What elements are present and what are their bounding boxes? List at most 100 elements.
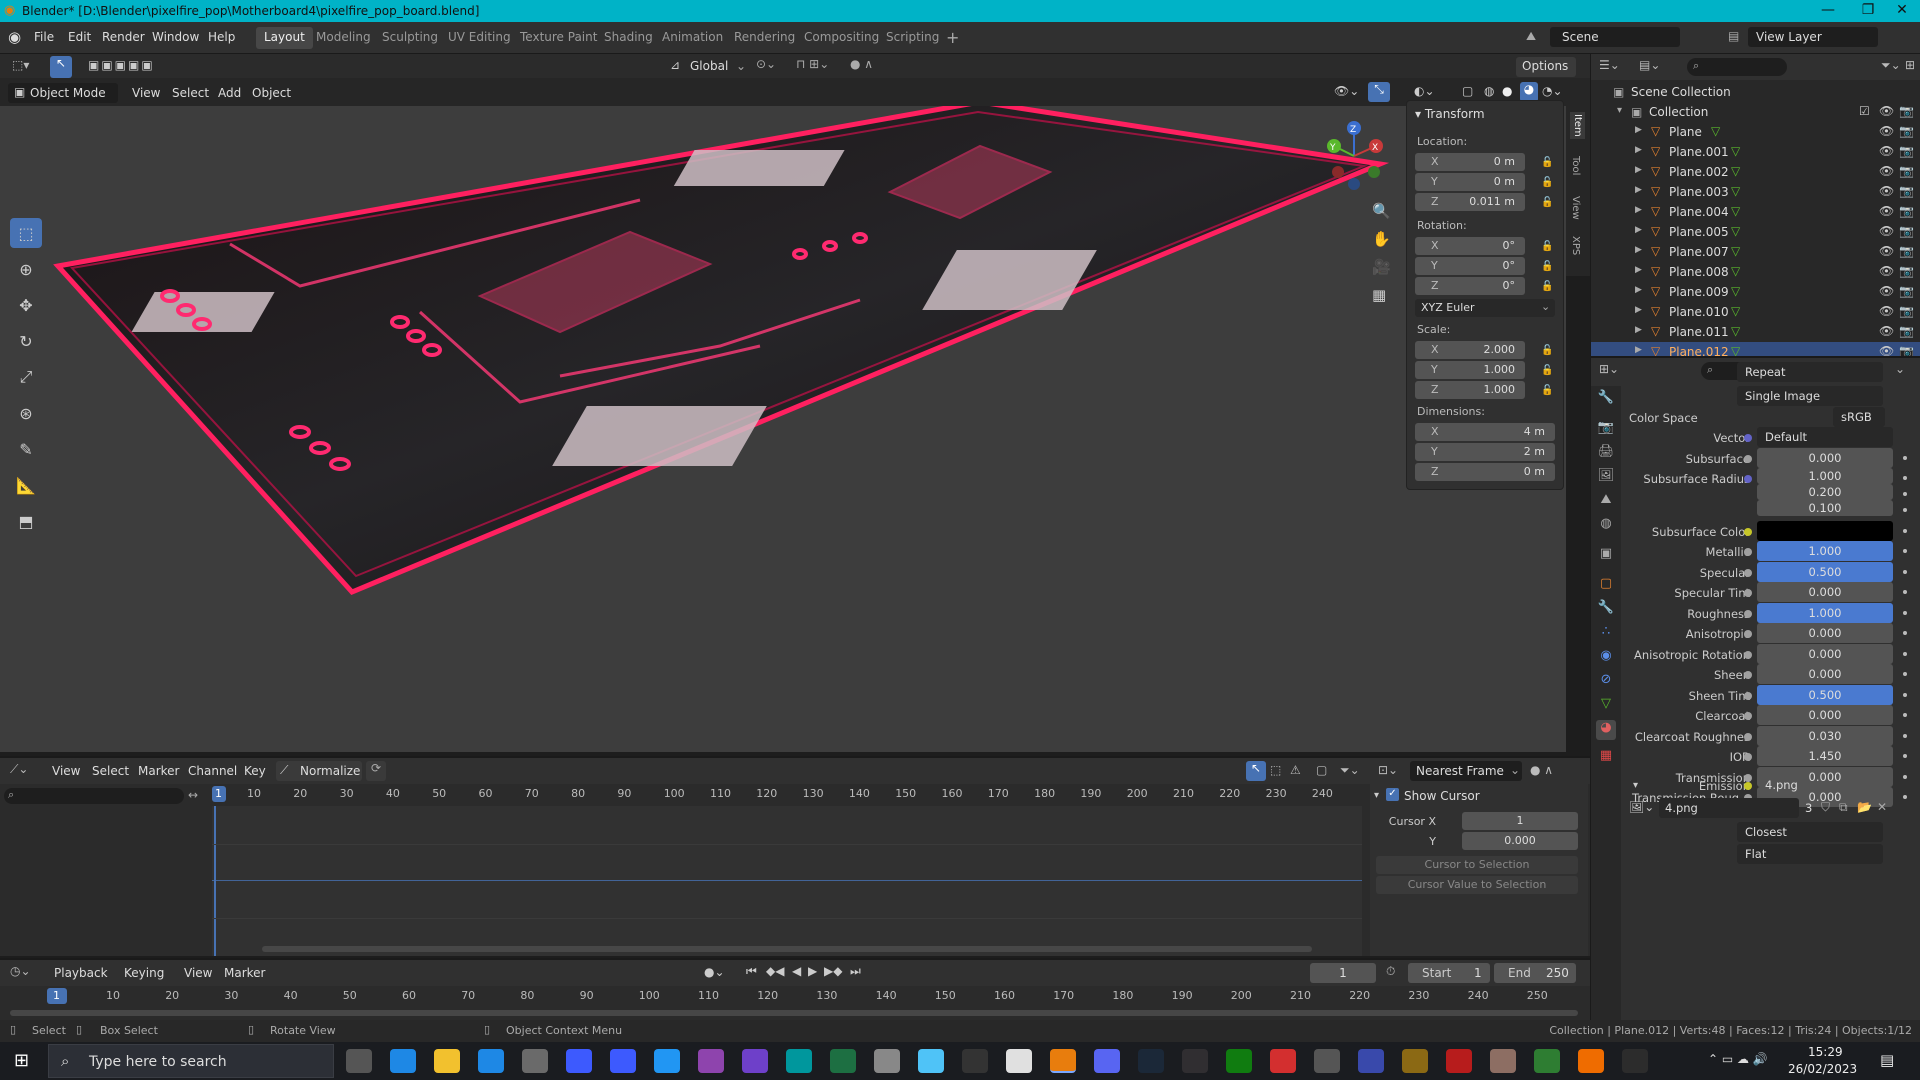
input-socket[interactable] bbox=[1744, 753, 1752, 761]
mesh-data-icon[interactable]: ▽ bbox=[1731, 264, 1740, 278]
proportional-edit-icon[interactable]: ● ∧ bbox=[1530, 763, 1553, 777]
keyframe-dot-icon[interactable] bbox=[1903, 734, 1907, 738]
timeline-menu-keying[interactable]: Keying bbox=[124, 966, 164, 980]
arduino-icon[interactable] bbox=[786, 1049, 812, 1073]
app-icon[interactable] bbox=[1622, 1049, 1648, 1073]
cursor-y-field[interactable]: 0.000 bbox=[1462, 832, 1578, 850]
app-icon[interactable] bbox=[1446, 1049, 1472, 1073]
lock-icon[interactable]: 🔓 bbox=[1541, 385, 1555, 399]
image-users-count[interactable]: 3 bbox=[1805, 801, 1812, 815]
input-socket[interactable] bbox=[1744, 630, 1752, 638]
emission-socket[interactable] bbox=[1744, 782, 1752, 790]
camera-icon[interactable]: 📷 bbox=[1899, 144, 1914, 158]
move-tool-icon[interactable]: ✥ bbox=[10, 290, 42, 320]
scale-z-field[interactable]: Z 1.000 bbox=[1415, 381, 1525, 399]
eye-icon[interactable]: 👁 bbox=[1879, 284, 1894, 298]
record-icon[interactable]: ●⌄ bbox=[704, 965, 725, 979]
material-shading-icon[interactable]: ◕ bbox=[1520, 82, 1538, 102]
outliner-collection[interactable]: ▾ ▣ Collection ☑ 👁 📷 bbox=[1591, 102, 1920, 122]
play-icon[interactable]: ▶ bbox=[808, 964, 817, 978]
projection-dropdown[interactable]: Flat bbox=[1737, 844, 1883, 864]
property-value-field[interactable]: 0.000 bbox=[1757, 582, 1893, 602]
keyframe-dot-icon[interactable] bbox=[1903, 631, 1907, 635]
input-socket[interactable] bbox=[1744, 733, 1752, 741]
keyframe-dot-icon[interactable] bbox=[1903, 693, 1907, 697]
play-reverse-icon[interactable]: ◀ bbox=[792, 964, 801, 978]
steam-icon[interactable] bbox=[1138, 1049, 1164, 1073]
jump-start-icon[interactable]: ⏮ bbox=[746, 964, 757, 979]
camera-icon[interactable]: 📷 bbox=[1899, 244, 1914, 258]
rotate-tool-icon[interactable]: ↻ bbox=[10, 326, 42, 356]
location-z-field[interactable]: Z 0.011 m bbox=[1415, 193, 1525, 211]
overlays-icon[interactable]: ◐⌄ bbox=[1414, 84, 1435, 98]
extension-dropdown[interactable]: Repeat bbox=[1737, 362, 1883, 382]
graph-editor-type-icon[interactable]: ⟋⌄ bbox=[10, 762, 28, 777]
eye-icon[interactable]: 👁 bbox=[1879, 184, 1894, 198]
keyframe-dot-icon[interactable] bbox=[1903, 570, 1907, 574]
vector-socket[interactable] bbox=[1744, 434, 1752, 442]
image-name-field[interactable]: 4.png bbox=[1659, 798, 1799, 818]
mesh-data-icon[interactable]: ▽ bbox=[1731, 164, 1740, 178]
color-space-dropdown[interactable]: sRGB bbox=[1833, 407, 1885, 427]
tab-compositing[interactable]: Compositing bbox=[796, 27, 887, 49]
outliner-item[interactable]: ▶ ▽ Plane.009 ▽ 👁 📷 bbox=[1591, 282, 1920, 302]
gizmo-toggle-icon[interactable]: ⤡ bbox=[1368, 82, 1390, 102]
expand-arrow-icon[interactable]: ▶ bbox=[1635, 185, 1642, 195]
outliner-item[interactable]: ▶ ▽ Plane.008 ▽ 👁 📷 bbox=[1591, 262, 1920, 282]
visibility-icon[interactable]: 👁⌄ bbox=[1334, 84, 1359, 98]
render-tab-icon[interactable]: 📷 bbox=[1596, 420, 1616, 440]
lock-icon[interactable]: 🔓 bbox=[1541, 197, 1555, 211]
keyframe-dot-icon[interactable] bbox=[1903, 476, 1907, 480]
camera-icon[interactable]: 📷 bbox=[1899, 284, 1914, 298]
particles-tab-icon[interactable]: ∴ bbox=[1596, 624, 1616, 644]
proportional-edit-icon[interactable]: ● ∧ bbox=[850, 57, 873, 71]
cursor-x-field[interactable]: 1 bbox=[1462, 812, 1578, 830]
xray-icon[interactable]: ▢ bbox=[1462, 84, 1473, 98]
camera-icon[interactable]: 📷 bbox=[1899, 224, 1914, 238]
add-cube-tool-icon[interactable]: ⬒ bbox=[10, 506, 42, 536]
close-button[interactable]: ✕ bbox=[1882, 2, 1920, 18]
tab-animation[interactable]: Animation bbox=[654, 27, 731, 49]
expand-arrow-icon[interactable]: ▶ bbox=[1635, 205, 1642, 215]
vscode-icon[interactable] bbox=[654, 1049, 680, 1073]
camera-icon[interactable]: 📷 bbox=[1899, 164, 1914, 178]
property-value-field[interactable]: 0.500 bbox=[1757, 685, 1893, 705]
input-socket[interactable] bbox=[1744, 528, 1752, 536]
snap-icon[interactable]: ⊓ ⊞⌄ bbox=[796, 57, 829, 71]
tab-shading[interactable]: Shading bbox=[596, 27, 661, 49]
expand-arrow-icon[interactable]: ▶ bbox=[1635, 125, 1642, 135]
outliner-item[interactable]: ▶ ▽ Plane.010 ▽ 👁 📷 bbox=[1591, 302, 1920, 322]
menu-edit[interactable]: Edit bbox=[68, 30, 91, 44]
collection-tab-icon[interactable]: ▣ bbox=[1596, 546, 1616, 566]
lock-icon[interactable]: 🔓 bbox=[1541, 365, 1555, 379]
expand-arrow-icon[interactable]: ▾ bbox=[1633, 780, 1638, 791]
vector-field[interactable]: Default bbox=[1757, 427, 1893, 447]
scene-selector[interactable]: Scene bbox=[1550, 27, 1680, 47]
open-image-icon[interactable]: 📂 bbox=[1857, 800, 1872, 814]
dimensions-z-field[interactable]: Z 0 m bbox=[1415, 463, 1555, 481]
property-value-field[interactable]: 1.000 bbox=[1757, 603, 1893, 623]
prev-keyframe-icon[interactable]: ◆◀ bbox=[766, 964, 784, 978]
dimensions-y-field[interactable]: Y 2 m bbox=[1415, 443, 1555, 461]
timeline-editor-icon[interactable]: ◷⌄ bbox=[10, 964, 31, 978]
tab-texture-paint[interactable]: Texture Paint bbox=[512, 27, 605, 49]
start-frame-field[interactable]: Start 1 bbox=[1408, 963, 1490, 983]
blender-menu-icon[interactable]: ◉ bbox=[8, 28, 21, 46]
keyframe-dot-icon[interactable] bbox=[1903, 508, 1907, 512]
file-explorer-icon[interactable] bbox=[434, 1049, 460, 1073]
solid-shading-icon[interactable]: ● bbox=[1502, 84, 1512, 98]
object-tab-icon[interactable]: ▢ bbox=[1596, 576, 1616, 596]
lock-icon[interactable]: 🔓 bbox=[1541, 345, 1555, 359]
texture-tab-icon[interactable]: ▦ bbox=[1596, 748, 1616, 768]
taskbar-search-input[interactable]: ⌕ Type here to search bbox=[48, 1044, 334, 1078]
outliner-scene-collection[interactable]: ▣ Scene Collection bbox=[1591, 82, 1920, 102]
view-layer-selector[interactable]: View Layer bbox=[1748, 27, 1878, 47]
graph-menu-select[interactable]: Select bbox=[92, 764, 129, 778]
blender-taskbar-icon[interactable] bbox=[1050, 1049, 1076, 1073]
input-socket[interactable] bbox=[1744, 589, 1752, 597]
timeline-menu-playback[interactable]: Playback bbox=[54, 966, 108, 980]
graph-menu-channel[interactable]: Channel bbox=[188, 764, 237, 778]
menu-file[interactable]: File bbox=[34, 30, 54, 44]
display-mode-icon[interactable]: ▤⌄ bbox=[1639, 58, 1660, 72]
viewport-menu-view[interactable]: View bbox=[132, 86, 160, 100]
